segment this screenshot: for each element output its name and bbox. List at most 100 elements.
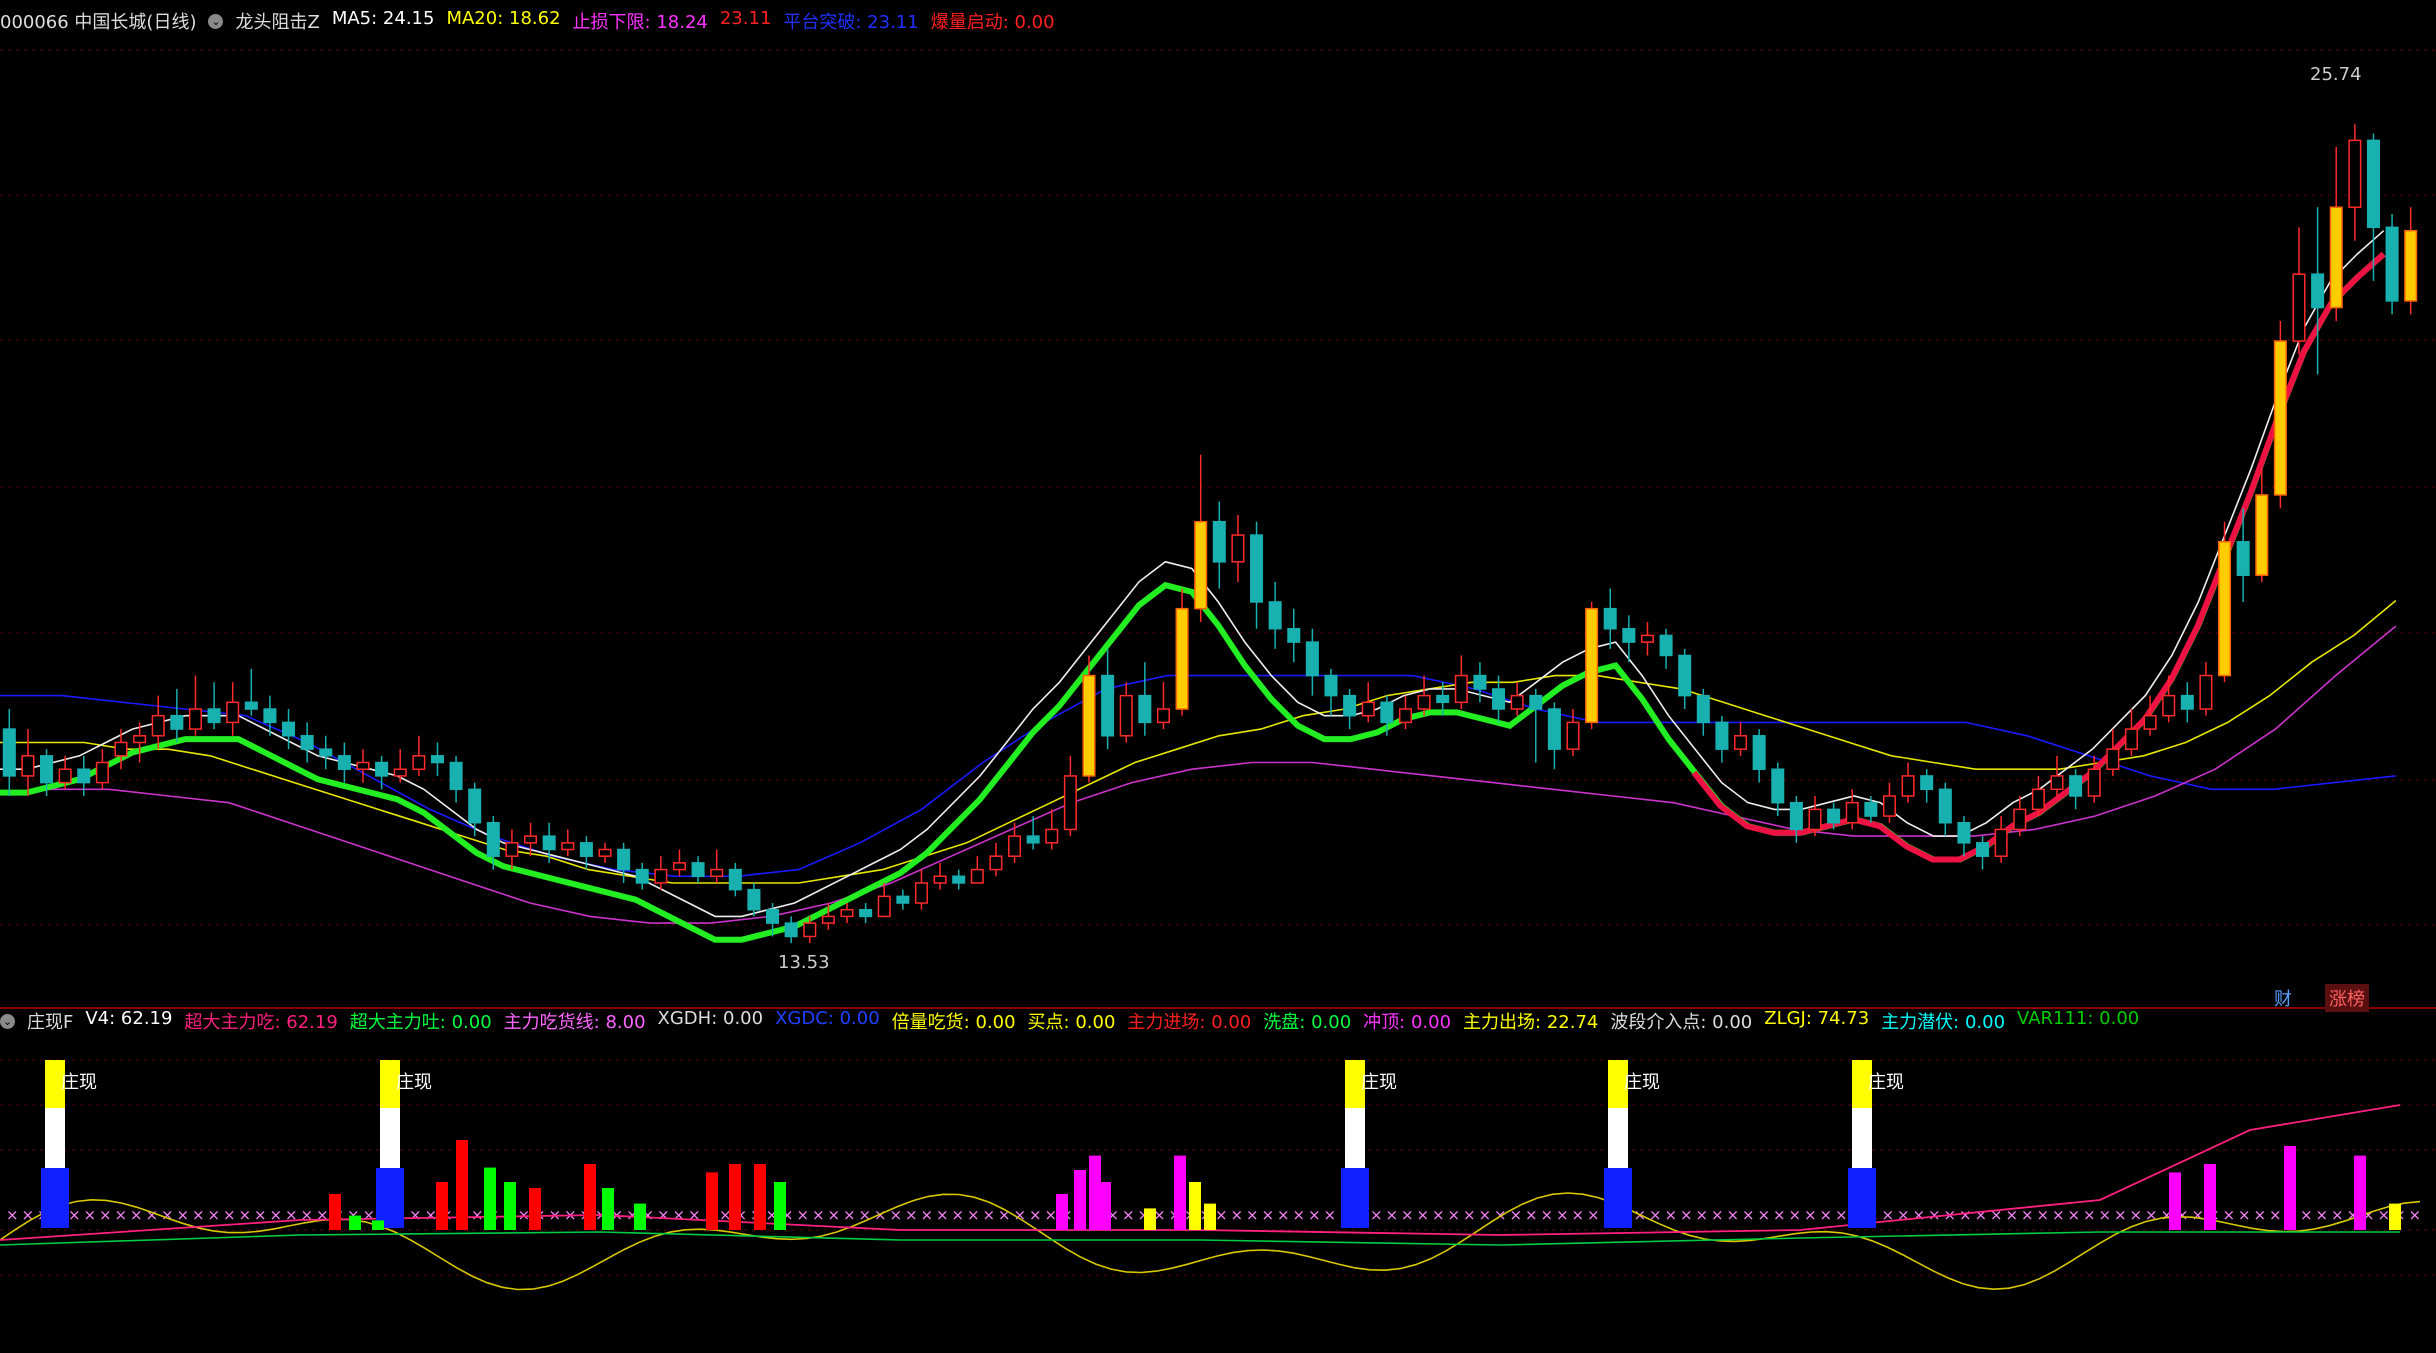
cross-marker: × [192,1206,205,1224]
candle-body [2199,674,2213,710]
candle-body [393,768,407,777]
header-value: 爆量启动: 0.00 [930,12,1055,33]
zhuangxian-blue-bar [1848,1168,1876,1228]
candle-body [1361,701,1375,717]
cross-marker: × [1370,1206,1383,1224]
candle-body [747,888,761,911]
indicator-bar [1144,1208,1156,1230]
header-value: 主力出场: 22.74 [1463,1012,1599,1033]
cross-marker: × [2254,1206,2267,1224]
candle-body [207,708,221,724]
indicator-bar [2284,1146,2296,1230]
candle-body [1175,607,1189,710]
indicator-bar [529,1188,541,1230]
indicator-bar [349,1215,361,1230]
collapse-circle-icon[interactable]: ⌄ [208,13,224,29]
indicator-bar [1189,1182,1201,1230]
stock-chart: 25.7413.53 × × × × × × × × × × × × × × × × × × × × × × × × × × × × ×… [0,49,2436,1291]
cross-marker: × [828,1206,841,1224]
cross-marker: × [409,1206,422,1224]
candle-body [1287,627,1301,643]
candle-body [1678,654,1692,697]
cross-marker: × [1401,1206,1414,1224]
indicator-bar [602,1188,614,1230]
stock-title[interactable]: 000066 中国长城(日线) [0,8,196,34]
candle-body [579,842,593,857]
indicator-layer: × × × × × × × × × × × × × × × × × × × × × × × × × × × × × × × × × × × × × × × ×… [0,1060,2422,1291]
candle-body [2292,273,2306,342]
cross-marker: × [1463,1206,1476,1224]
candle-body [1715,721,1729,750]
candle-body [542,835,556,851]
zhuangxian-label: 庄现 [1868,1072,1904,1093]
series-line-var111 [0,1231,2400,1246]
zhangbang-badge[interactable]: 涨榜 [2325,984,2369,1012]
candle-body [1156,708,1170,724]
cross-marker: × [2316,1206,2329,1224]
candle-body [412,755,426,770]
cross-marker: × [1680,1206,1693,1224]
candle-body [226,701,240,724]
header-value: 主力吃货线: 8.00 [503,1012,646,1033]
header-value: MA5: 24.15 [331,8,435,29]
candle-body [2069,775,2083,797]
cross-marker: × [1913,1206,1926,1224]
cross-marker: × [1479,1206,1492,1224]
header-value: ZLGJ: 74.73 [1764,1008,1870,1029]
indicator-bar [1099,1182,1111,1230]
candle-body [1473,674,1487,690]
candle-body [598,848,612,857]
cross-marker: × [2021,1206,2034,1224]
cross-marker: × [239,1206,252,1224]
candle-body [449,761,463,791]
zhuangxian-label: 庄现 [1361,1072,1397,1093]
candle-body [2,728,16,777]
indicator-bar [729,1164,741,1230]
cross-marker: × [936,1206,949,1224]
header-value: 倍量吃货: 0.00 [891,1012,1016,1033]
candle-body [672,862,686,871]
zhuangxian-blue-bar [376,1168,404,1228]
cross-marker: × [99,1206,112,1224]
cross-marker: × [2409,1206,2422,1224]
candle-body [1026,835,1040,844]
candle-body [1138,694,1152,724]
cai-badge[interactable]: 财 [2270,984,2296,1012]
candle-body [95,761,109,784]
candle-body [654,868,668,884]
indicator-header: ⌄ 庄现F V4: 62.19 超大主力吃: 62.19 超大主力吐: 0.00 主力… [0,1002,2163,1040]
zhuangxian-blue-bar [41,1168,69,1228]
candle-body [1771,768,1785,804]
candle-body [617,848,631,871]
cross-marker: × [1417,1206,1430,1224]
cross-marker: × [2300,1206,2313,1224]
cross-marker: × [1773,1206,1786,1224]
cross-marker: × [1587,1206,1600,1224]
zhuangxian-white-bar [380,1108,400,1168]
cross-marker: × [657,1206,670,1224]
zhuangxian-blue-bar [1604,1168,1632,1228]
candle-body [2385,226,2399,302]
candle-body [282,721,296,737]
candle-body [2273,340,2287,496]
collapse-circle-icon[interactable]: ⌄ [0,1013,15,1029]
header-value: MA20: 18.62 [446,8,561,29]
cross-marker: × [1959,1206,1972,1224]
candle-body [319,748,333,757]
candle-body [821,915,835,924]
cross-marker: × [1804,1206,1817,1224]
candle-body [1063,775,1077,831]
candle-body [1864,801,1878,817]
candle-body [1119,694,1133,737]
indicator-title[interactable]: 庄现F [27,1008,73,1034]
candle-body [840,908,854,918]
zhuangxian-label: 庄现 [61,1072,97,1093]
header-value: XGDH: 0.00 [657,1008,764,1029]
cross-marker: × [1711,1206,1724,1224]
indicator-bar [706,1172,718,1230]
candle-body [1789,801,1803,831]
cross-marker: × [1572,1206,1585,1224]
main-header: 000066 中国长城(日线) ⌄ 龙头阻击Z MA5: 24.15 MA20: … [0,2,1079,40]
indicator-name[interactable]: 龙头阻击Z [235,8,319,34]
header-value: 主力潜伏: 0.00 [1881,1012,2006,1033]
